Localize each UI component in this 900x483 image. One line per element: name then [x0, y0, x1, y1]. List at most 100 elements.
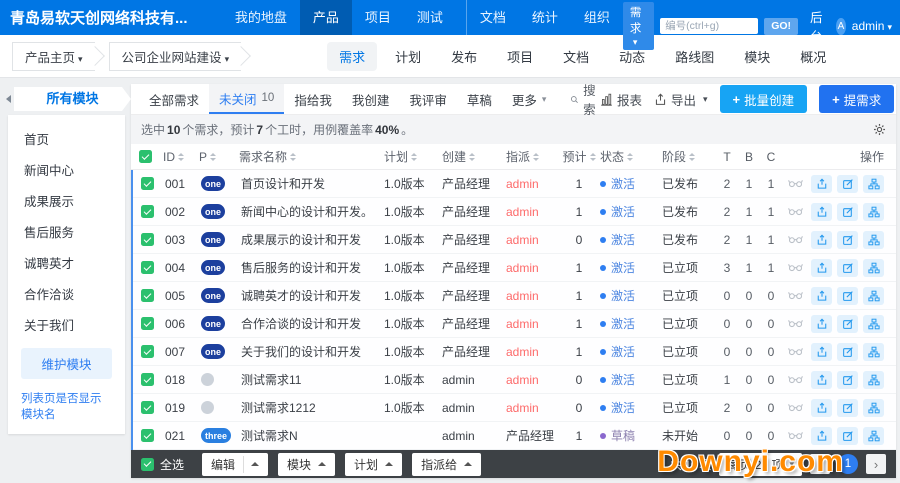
filter-tab[interactable]: 草稿 — [457, 84, 502, 114]
subdivide-icon[interactable] — [863, 231, 884, 249]
select-all-control[interactable]: 全选 — [141, 456, 184, 473]
subdivide-icon[interactable] — [863, 371, 884, 389]
module-item[interactable]: 成果展示 — [8, 185, 125, 216]
filter-tab[interactable]: 我评审 — [399, 84, 457, 114]
edit-icon[interactable] — [837, 287, 858, 305]
story-title-link[interactable]: 测试需求11 — [241, 371, 384, 388]
per-page-select[interactable]: 每页 20 项 — [719, 453, 802, 476]
search-toggle[interactable]: 搜索 — [570, 80, 600, 118]
story-title-link[interactable]: 售后服务的设计和开发 — [241, 259, 384, 276]
story-title-link[interactable]: 首页设计和开发 — [241, 175, 384, 192]
section-tab[interactable]: 模块 — [732, 42, 782, 71]
edit-icon[interactable] — [837, 315, 858, 333]
section-tab[interactable]: 概况 — [788, 42, 838, 71]
column-header[interactable]: 操作 — [784, 148, 888, 165]
edit-icon[interactable] — [837, 399, 858, 417]
subdivide-icon[interactable] — [863, 175, 884, 193]
change-icon[interactable] — [811, 315, 832, 333]
app-title[interactable]: 青岛易软天创网络科技有... — [10, 7, 222, 28]
batch-create-button[interactable]: +批量创建 — [720, 85, 808, 113]
main-nav-item[interactable]: 组织 — [571, 0, 623, 35]
filter-tab[interactable]: 我创建 — [342, 84, 400, 114]
batch-action-button[interactable]: 指派给 — [412, 453, 481, 476]
breadcrumb-item[interactable]: 产品主页 — [12, 42, 95, 71]
subdivide-icon[interactable] — [863, 287, 884, 305]
story-title-link[interactable]: 合作洽谈的设计和开发 — [241, 315, 384, 332]
review-glasses-icon[interactable] — [785, 315, 806, 333]
review-glasses-icon[interactable] — [785, 399, 806, 417]
story-title-link[interactable]: 诚聘英才的设计和开发 — [241, 287, 384, 304]
select-all-checkbox[interactable] — [139, 150, 152, 163]
story-title-link[interactable]: 测试需求N — [241, 427, 384, 444]
sort-icon[interactable] — [290, 153, 296, 161]
subdivide-icon[interactable] — [863, 259, 884, 277]
avatar[interactable]: A — [836, 18, 846, 35]
column-header[interactable]: P — [199, 150, 239, 164]
show-module-name-toggle-link[interactable]: 列表页是否显示模块名 — [21, 390, 112, 422]
backend-link[interactable]: 后台 — [810, 7, 824, 45]
sort-icon[interactable] — [590, 153, 596, 161]
row-checkbox[interactable] — [141, 317, 154, 330]
change-icon[interactable] — [811, 259, 832, 277]
batch-action-button[interactable]: 计划 — [345, 453, 402, 476]
story-title-link[interactable]: 关于我们的设计和开发 — [241, 343, 384, 360]
review-glasses-icon[interactable] — [785, 203, 806, 221]
sort-icon[interactable] — [178, 153, 184, 161]
select-all-footer-checkbox[interactable] — [141, 458, 154, 471]
sort-icon[interactable] — [533, 153, 539, 161]
section-tab[interactable]: 发布 — [439, 42, 489, 71]
module-item[interactable]: 首页 — [8, 123, 125, 154]
user-menu[interactable]: admin — [852, 19, 892, 33]
story-title-link[interactable]: 成果展示的设计和开发 — [241, 231, 384, 248]
row-checkbox[interactable] — [141, 429, 154, 442]
review-glasses-icon[interactable] — [785, 259, 806, 277]
column-header[interactable]: 创建 — [442, 148, 506, 165]
edit-icon[interactable] — [837, 259, 858, 277]
module-item[interactable]: 合作洽谈 — [8, 278, 125, 309]
row-checkbox[interactable] — [141, 373, 154, 386]
section-tab[interactable]: 文档 — [551, 42, 601, 71]
section-tab[interactable]: 计划 — [383, 42, 433, 71]
row-checkbox[interactable] — [141, 233, 154, 246]
row-checkbox[interactable] — [141, 261, 154, 274]
subdivide-icon[interactable] — [863, 399, 884, 417]
sort-icon[interactable] — [627, 153, 633, 161]
collapse-sidebar-icon[interactable] — [6, 95, 11, 103]
report-button[interactable]: 报表 — [600, 90, 642, 109]
go-button[interactable]: GO! — [764, 18, 798, 35]
story-title-link[interactable]: 测试需求1212 — [241, 399, 384, 416]
row-checkbox[interactable] — [141, 401, 154, 414]
subdivide-icon[interactable] — [863, 203, 884, 221]
edit-icon[interactable] — [837, 231, 858, 249]
column-header[interactable]: 预计 — [562, 148, 600, 165]
prev-page-button[interactable]: ‹ — [810, 454, 830, 474]
sort-icon[interactable] — [411, 153, 417, 161]
edit-icon[interactable] — [837, 343, 858, 361]
edit-icon[interactable] — [837, 427, 858, 445]
column-header[interactable]: 计划 — [384, 148, 442, 165]
section-tab[interactable]: 需求 — [327, 42, 377, 71]
subdivide-icon[interactable] — [863, 343, 884, 361]
section-tab[interactable]: 动态 — [607, 42, 657, 71]
sort-icon[interactable] — [469, 153, 475, 161]
sort-icon[interactable] — [689, 153, 695, 161]
column-header[interactable]: 状态 — [600, 148, 662, 165]
review-glasses-icon[interactable] — [785, 427, 806, 445]
breadcrumb-item[interactable]: 公司企业网站建设 — [109, 42, 242, 71]
review-glasses-icon[interactable] — [785, 175, 806, 193]
review-glasses-icon[interactable] — [785, 287, 806, 305]
change-icon[interactable] — [811, 203, 832, 221]
section-tab[interactable]: 项目 — [495, 42, 545, 71]
sort-icon[interactable] — [210, 153, 216, 161]
column-settings-gear-icon[interactable] — [873, 123, 886, 136]
main-nav-item[interactable]: 我的地盘 — [222, 0, 300, 35]
change-icon[interactable] — [811, 175, 832, 193]
edit-icon[interactable] — [837, 203, 858, 221]
column-header[interactable]: 阶段 — [662, 148, 718, 165]
current-page-button[interactable]: 1 — [838, 454, 858, 474]
column-header[interactable]: ID — [163, 150, 199, 164]
change-icon[interactable] — [811, 427, 832, 445]
change-icon[interactable] — [811, 399, 832, 417]
module-item[interactable]: 关于我们 — [8, 309, 125, 340]
main-nav-item[interactable]: 产品 — [300, 0, 352, 35]
